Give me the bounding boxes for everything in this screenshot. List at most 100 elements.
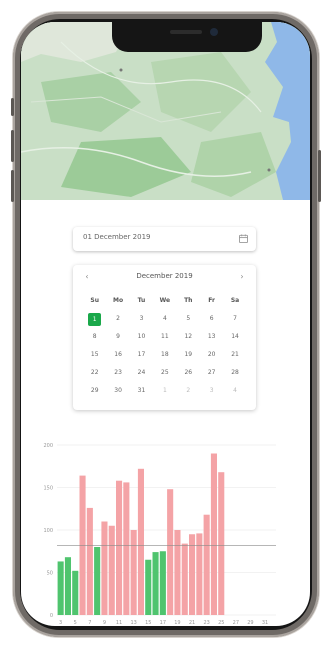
chart-bar [116, 480, 123, 615]
calendar-day[interactable]: 3 [130, 313, 153, 325]
calendar-weekday-row: Su Mo Tu We Th Fr Sa [83, 292, 247, 310]
calendar-day[interactable]: 23 [106, 367, 129, 379]
calendar-day[interactable]: 28 [223, 367, 246, 379]
weekday-label: Th [184, 297, 193, 304]
calendar-day[interactable]: 29 [83, 385, 106, 397]
chevron-right-icon[interactable]: › [236, 272, 248, 281]
x-tick-label: 21 [189, 620, 195, 626]
side-button-volume-down [11, 170, 14, 202]
calendar-week-row: 1234567 [83, 310, 247, 328]
x-tick-label: 29 [247, 620, 253, 626]
calendar-day[interactable]: 10 [130, 331, 153, 343]
x-tick-label: 17 [160, 620, 166, 626]
x-tick-label: 5 [74, 620, 77, 626]
weekday-label: Tu [137, 297, 146, 304]
chart-bar [181, 543, 188, 615]
calendar-day[interactable]: 27 [200, 367, 223, 379]
calendar-day[interactable]: 1 [153, 385, 176, 397]
calendar-week-row: 15 16 17 18 19 20 21 [83, 346, 247, 364]
calendar-day[interactable]: 14 [223, 331, 246, 343]
calendar-day[interactable]: 31 [130, 385, 153, 397]
calendar-month-label: December 2019 [136, 272, 193, 280]
side-button-mute [11, 98, 14, 116]
calendar-day[interactable]: 19 [177, 349, 200, 361]
calendar-day[interactable]: 4 [153, 313, 176, 325]
calendar-day[interactable]: 17 [130, 349, 153, 361]
weekday-label: Fr [208, 297, 215, 304]
y-tick-label: 0 [50, 613, 53, 619]
calendar-week-row: 29 30 31 1 2 3 4 [83, 382, 247, 400]
chart-bar [101, 521, 108, 615]
calendar-day[interactable]: 2 [106, 313, 129, 325]
calendar-day[interactable]: 20 [200, 349, 223, 361]
x-tick-label: 27 [233, 620, 239, 626]
calendar-day[interactable]: 12 [177, 331, 200, 343]
y-tick-label: 100 [43, 528, 53, 534]
calendar-day[interactable]: 21 [223, 349, 246, 361]
x-tick-label: 7 [88, 620, 91, 626]
calendar-day[interactable]: 26 [177, 367, 200, 379]
chart-bar [196, 533, 203, 615]
calendar-popup: ‹ December 2019 › Su Mo Tu We Th Fr Sa 1 2 3 4 5 6 7 8… [73, 265, 256, 410]
date-input[interactable]: 01 December 2019 [73, 227, 256, 251]
chart-bar [203, 514, 210, 615]
chart-bar [210, 453, 217, 615]
weekday-label: Su [90, 297, 99, 304]
calendar-grid: Su Mo Tu We Th Fr Sa 1 2 3 4 5 6 7 8 9 10 11 12 13 14 15 16 17 1… [83, 292, 247, 400]
calendar-day[interactable]: 15 [83, 349, 106, 361]
speaker-grille [170, 30, 202, 34]
bar-chart: 200 150 100 50 0 3 5 7 9 11 13 15 17 19 21 23 25 27 29 31 [21, 427, 310, 626]
chart-bar [174, 530, 181, 615]
x-tick-label: 19 [174, 620, 180, 626]
chart-bar [159, 551, 166, 615]
calendar-icon[interactable] [239, 234, 248, 243]
chart-bar [145, 559, 152, 615]
phone-screen: 01 December 2019 ‹ December 2019 › Su Mo T… [21, 22, 310, 626]
chart-bar [86, 507, 93, 615]
weekday-label: We [159, 297, 171, 304]
calendar-week-row: 22 23 24 25 26 27 28 [83, 364, 247, 382]
chart-bar [108, 525, 115, 615]
chart-bar [64, 557, 71, 615]
chart-bar [72, 570, 79, 615]
weekday-label: Sa [230, 297, 240, 304]
x-tick-label: 9 [103, 620, 106, 626]
calendar-day[interactable]: 4 [223, 385, 246, 397]
calendar-day[interactable]: 25 [153, 367, 176, 379]
calendar-day[interactable]: 16 [106, 349, 129, 361]
calendar-day[interactable]: 2 [177, 385, 200, 397]
side-button-volume-up [11, 130, 14, 162]
x-tick-label: 25 [218, 620, 224, 626]
calendar-day[interactable]: 6 [200, 313, 223, 325]
calendar-day[interactable]: 7 [223, 313, 246, 325]
calendar-day-selected[interactable]: 1 [83, 312, 106, 326]
front-camera [210, 28, 218, 36]
side-button-power [318, 150, 321, 202]
x-tick-label: 23 [203, 620, 209, 626]
weekday-label: Mo [113, 297, 124, 304]
calendar-day[interactable]: 8 [83, 331, 106, 343]
x-tick-label: 11 [116, 620, 122, 626]
x-tick-label: 15 [145, 620, 151, 626]
date-input-value: 01 December 2019 [83, 233, 151, 241]
calendar-header: ‹ December 2019 › [73, 272, 256, 284]
x-tick-label: 3 [59, 620, 62, 626]
calendar-day[interactable]: 3 [200, 385, 223, 397]
y-tick-label: 50 [47, 571, 53, 577]
phone-notch [112, 22, 262, 52]
calendar-day[interactable]: 9 [106, 331, 129, 343]
chart-bar [218, 472, 225, 615]
calendar-day[interactable]: 22 [83, 367, 106, 379]
x-tick-label: 13 [130, 620, 136, 626]
y-tick-label: 200 [43, 443, 53, 449]
chart-bar [152, 552, 159, 615]
calendar-day[interactable]: 30 [106, 385, 129, 397]
calendar-day[interactable]: 18 [153, 349, 176, 361]
calendar-day[interactable]: 11 [153, 331, 176, 343]
chart-bar [57, 561, 64, 615]
calendar-day[interactable]: 24 [130, 367, 153, 379]
calendar-day[interactable]: 13 [200, 331, 223, 343]
calendar-day[interactable]: 5 [177, 313, 200, 325]
chart-bar [167, 489, 174, 615]
chart-bar [189, 534, 196, 615]
